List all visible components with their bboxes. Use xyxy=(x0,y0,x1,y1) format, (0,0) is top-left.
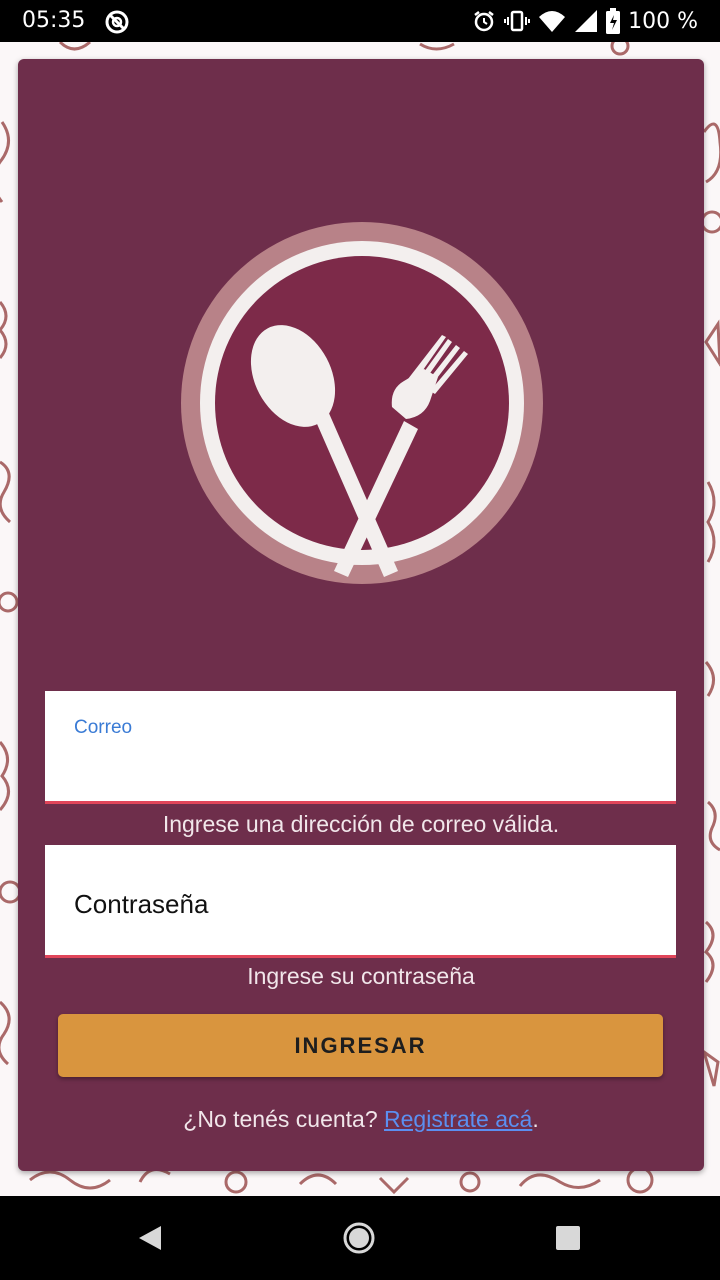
battery-icon xyxy=(606,8,621,34)
recents-icon[interactable] xyxy=(552,1222,584,1254)
register-prompt-text: ¿No tenés cuenta? xyxy=(183,1106,385,1132)
status-time: 05:35 xyxy=(22,8,86,33)
register-prompt-suffix: . xyxy=(532,1106,539,1132)
email-input[interactable] xyxy=(74,753,648,787)
battery-percentage: 100 % xyxy=(628,8,698,34)
login-card: Correo Ingrese una dirección de correo v… xyxy=(18,59,704,1171)
alarm-icon xyxy=(474,11,494,32)
signal-icon xyxy=(575,10,598,32)
vibrate-icon xyxy=(504,10,531,32)
do-not-disturb-icon xyxy=(105,10,129,34)
login-button[interactable]: INGRESAR xyxy=(58,1014,663,1077)
register-link[interactable]: Registrate acá xyxy=(384,1106,532,1132)
password-field-label: Contraseña xyxy=(74,889,209,919)
back-icon[interactable] xyxy=(135,1222,167,1254)
wifi-icon xyxy=(539,11,566,32)
status-icons: 100 % xyxy=(472,8,698,34)
spoon-fork-plate-icon xyxy=(181,222,543,584)
home-icon[interactable] xyxy=(343,1222,375,1254)
email-field-label: Correo xyxy=(74,717,133,738)
status-bar: 05:35 100 % xyxy=(0,0,720,42)
navigation-bar xyxy=(0,1196,720,1280)
register-prompt: ¿No tenés cuenta? Registrate acá. xyxy=(18,1106,704,1133)
password-error-text: Ingrese su contraseña xyxy=(247,963,475,989)
email-error-text: Ingrese una dirección de correo válida. xyxy=(162,811,560,837)
password-field[interactable]: Contraseña xyxy=(45,845,676,958)
email-field[interactable]: Correo xyxy=(45,691,676,804)
